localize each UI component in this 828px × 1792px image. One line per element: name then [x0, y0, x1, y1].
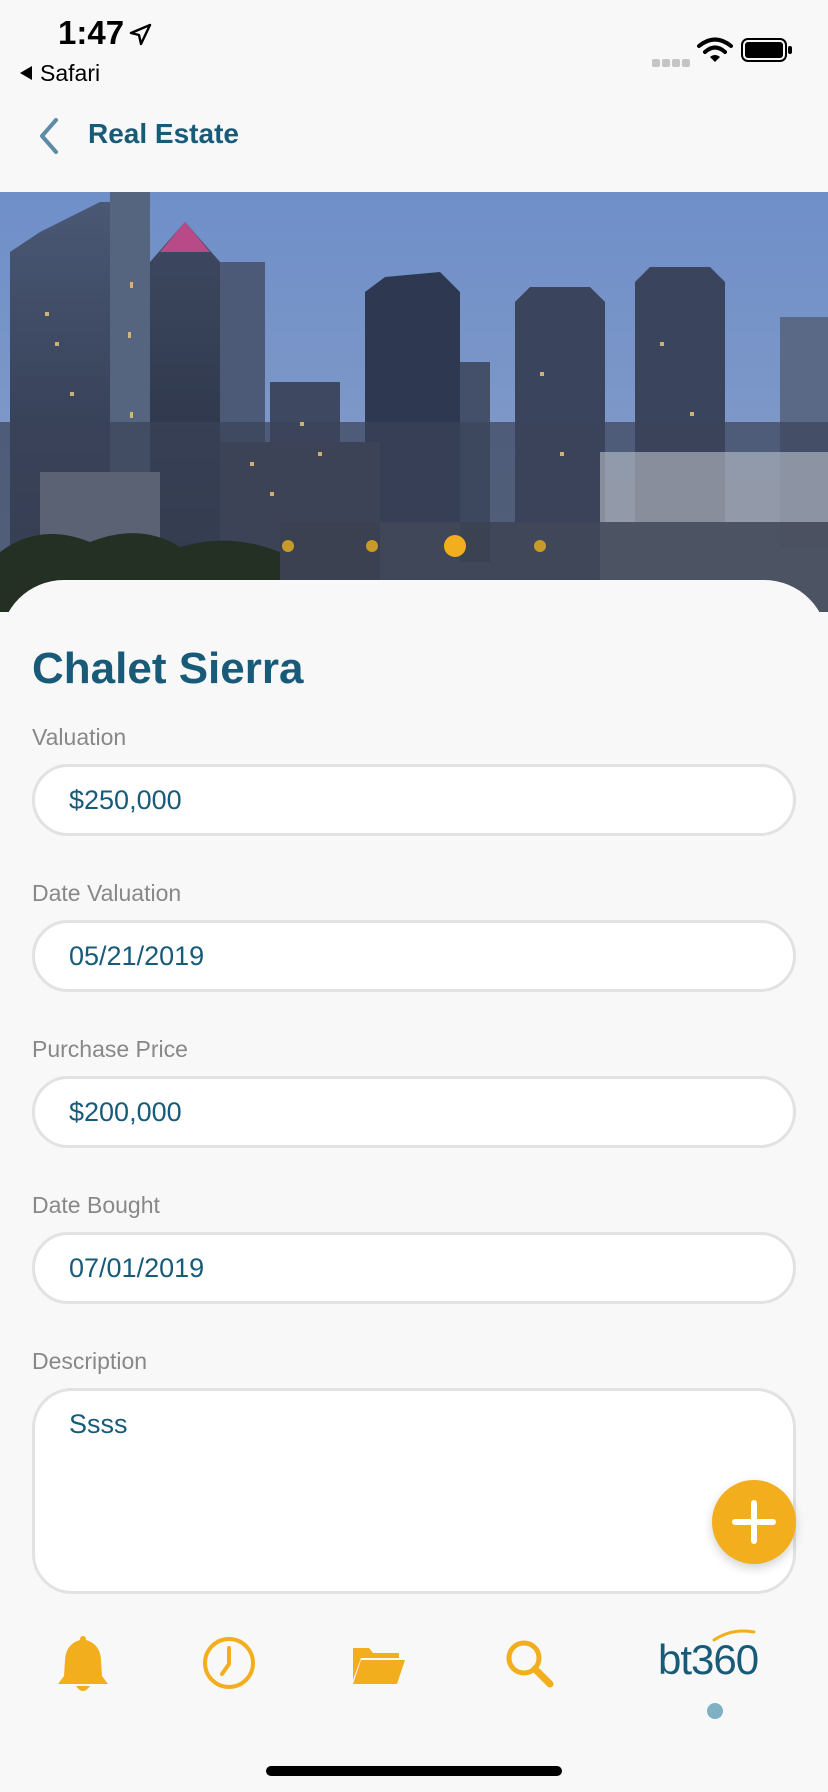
date-bought-field[interactable]: 07/01/2019 — [32, 1232, 796, 1304]
back-app-label: Safari — [40, 60, 101, 86]
date-valuation-label: Date Valuation — [32, 880, 182, 906]
logo-swoosh-icon — [712, 1629, 756, 1642]
bottom-tab-bar: bt360 — [0, 1608, 828, 1719]
purchase-price-label: Purchase Price — [32, 1036, 188, 1062]
home-indicator — [266, 1766, 562, 1776]
battery-icon — [741, 38, 792, 62]
carousel-dot-1[interactable] — [282, 540, 294, 552]
carousel-page-indicator — [0, 533, 828, 559]
location-arrow-icon — [129, 23, 152, 46]
bell-icon[interactable] — [48, 1628, 118, 1698]
description-field[interactable]: Ssss — [32, 1388, 796, 1594]
property-name: Chalet Sierra — [32, 644, 304, 693]
back-triangle-icon — [20, 66, 32, 80]
status-time: 1:47 — [58, 14, 125, 51]
folder-icon[interactable] — [343, 1628, 413, 1698]
status-bar: 1:47 Safari — [0, 0, 828, 96]
carousel-dot-4[interactable] — [534, 540, 546, 552]
nav-bar: Real Estate — [0, 100, 828, 192]
back-chevron-icon[interactable] — [34, 114, 70, 158]
date-valuation-field[interactable]: 05/21/2019 — [32, 920, 796, 992]
page-title: Real Estate — [88, 118, 239, 149]
clock-icon[interactable] — [194, 1628, 264, 1698]
search-icon[interactable] — [494, 1628, 564, 1698]
wifi-icon — [697, 37, 733, 62]
valuation-label: Valuation — [32, 724, 127, 750]
carousel-dot-2[interactable] — [366, 540, 378, 552]
valuation-field[interactable]: $250,000 — [32, 764, 796, 836]
add-button[interactable] — [712, 1480, 796, 1564]
cellular-signal-icon — [652, 54, 692, 67]
description-label: Description — [32, 1348, 148, 1374]
date-bought-label: Date Bought — [32, 1192, 160, 1218]
purchase-price-field[interactable]: $200,000 — [32, 1076, 796, 1148]
active-tab-indicator — [707, 1703, 723, 1719]
back-to-safari[interactable]: Safari — [20, 60, 100, 87]
carousel-dot-3-active[interactable] — [444, 535, 466, 557]
